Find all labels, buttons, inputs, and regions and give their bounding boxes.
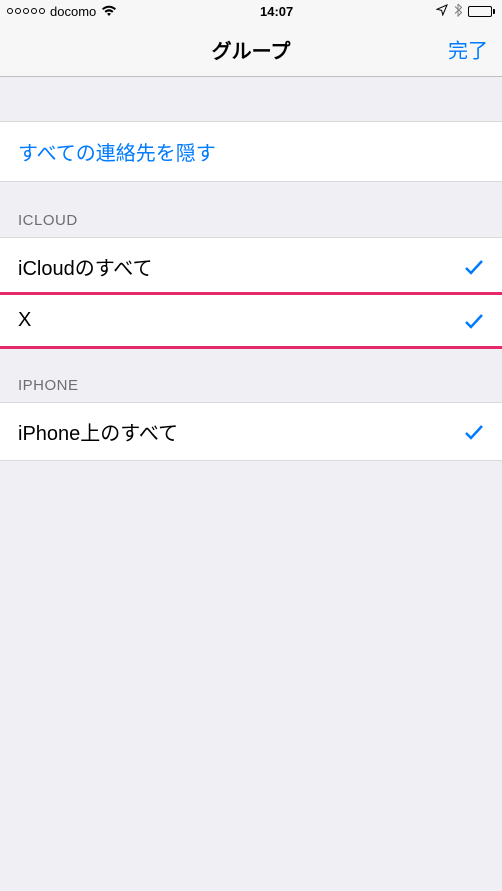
done-button[interactable]: 完了	[448, 35, 488, 64]
checkmark-icon	[464, 312, 484, 330]
wifi-icon	[101, 5, 117, 17]
location-icon	[436, 4, 448, 19]
iphone-list: iPhone上のすべて	[0, 402, 502, 461]
nav-bar: グループ 完了	[0, 22, 502, 77]
clock-label: 14:07	[260, 4, 293, 19]
list-item-x[interactable]: X	[0, 292, 502, 349]
status-left: docomo	[7, 4, 117, 19]
spacer	[0, 77, 502, 121]
checkmark-icon	[464, 258, 484, 276]
list-item-label: X	[18, 309, 31, 332]
bluetooth-icon	[454, 3, 462, 20]
list-item-icloud-all[interactable]: iCloudのすべて	[0, 238, 502, 295]
battery-icon	[468, 6, 495, 17]
status-right	[436, 3, 495, 20]
checkmark-icon	[464, 423, 484, 441]
icloud-list: iCloudのすべて X	[0, 237, 502, 347]
list-item-label: iCloudのすべて	[18, 252, 153, 281]
list-item-label: iPhone上のすべて	[18, 417, 178, 446]
hide-all-contacts-label: すべての連絡先を隠す	[18, 143, 216, 165]
section-header-iphone: IPHONE	[0, 347, 502, 402]
hide-all-contacts-row[interactable]: すべての連絡先を隠す	[0, 121, 502, 182]
section-header-icloud: ICLOUD	[0, 182, 502, 237]
list-item-iphone-all[interactable]: iPhone上のすべて	[0, 403, 502, 460]
carrier-label: docomo	[50, 4, 96, 19]
page-title: グループ	[212, 35, 291, 64]
status-bar: docomo 14:07	[0, 0, 502, 22]
device-screen: docomo 14:07 グループ 完了 すべての連絡先を隠す ICLOUD	[0, 0, 502, 891]
signal-strength-icon	[7, 8, 45, 14]
